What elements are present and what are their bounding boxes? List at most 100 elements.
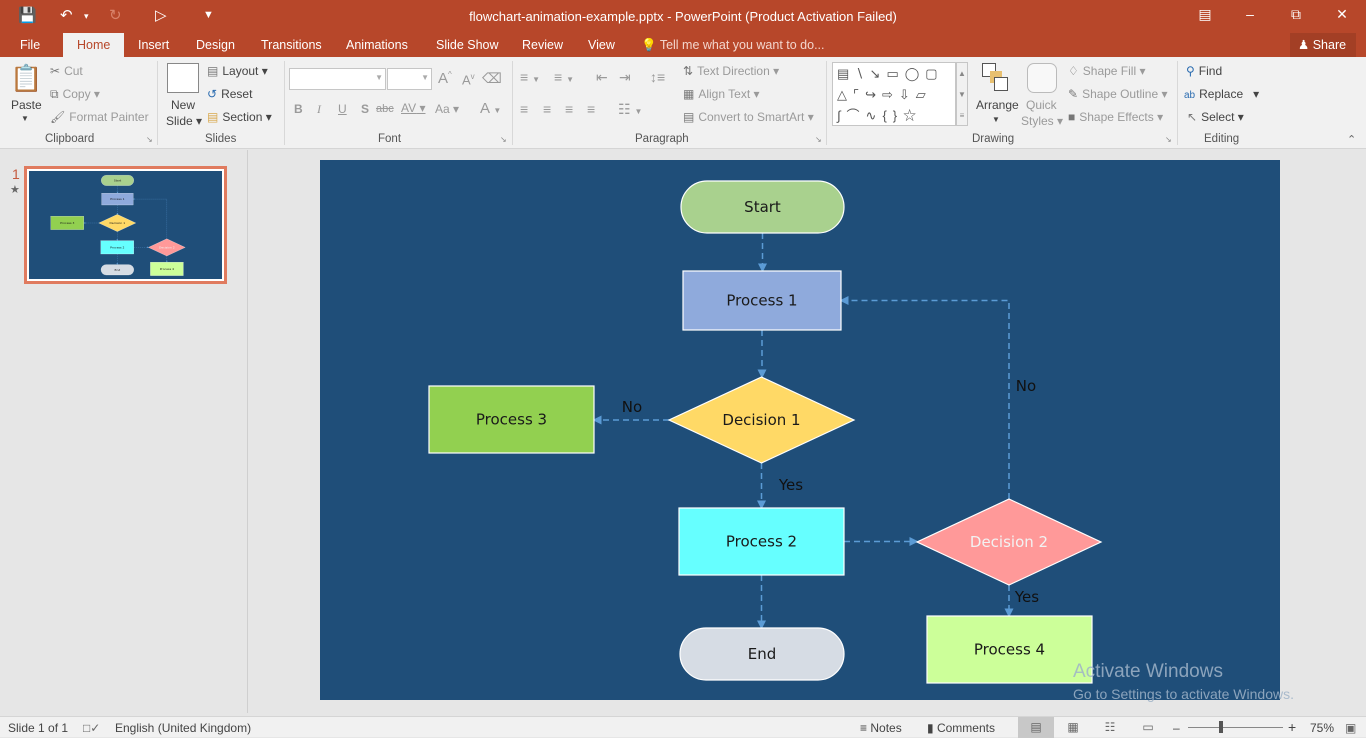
shape-effects-button[interactable]: ■ Shape Effects ▾ — [1068, 110, 1163, 124]
zoom-slider[interactable] — [1188, 727, 1283, 728]
tab-design[interactable]: Design — [192, 33, 239, 57]
editing-group-label: Editing — [1204, 133, 1240, 145]
font-size-combo[interactable]: ▼ — [387, 68, 432, 90]
slide-sorter-button[interactable]: ▦ — [1055, 717, 1091, 738]
minimize-icon[interactable]: – — [1235, 6, 1265, 22]
align-text-button[interactable]: ▦ Align Text ▾ — [683, 87, 760, 101]
paste-icon[interactable]: 📋 — [10, 63, 42, 95]
tab-review[interactable]: Review — [518, 33, 567, 57]
shape-effects-label: Shape Effects — [1079, 110, 1154, 124]
find-button[interactable]: ⚲ Find — [1186, 64, 1222, 78]
text-direction-button[interactable]: ⇅ Text Direction ▾ — [683, 64, 779, 78]
columns-button[interactable]: ☷ ▼ — [618, 101, 642, 118]
flowchart-node-label-p4: Process 4 — [160, 267, 174, 271]
new-slide-icon[interactable] — [167, 63, 199, 93]
comments-button[interactable]: ▮ Comments — [927, 721, 995, 735]
new-slide-label-2: Slide — [166, 114, 193, 128]
notes-button[interactable]: ≡ Notes — [860, 721, 902, 735]
align-center-button[interactable]: ≡ — [543, 101, 551, 117]
collapse-ribbon-icon[interactable]: ⌃ — [1347, 133, 1356, 146]
font-color-button[interactable]: A ▼ — [480, 100, 501, 117]
strikethrough-button[interactable]: abc — [376, 103, 394, 115]
zoom-level[interactable]: 75% — [1310, 721, 1334, 735]
clipboard-launcher-icon[interactable]: ↘ — [146, 135, 153, 144]
zoom-slider-thumb[interactable] — [1219, 721, 1224, 733]
arrange-icon[interactable] — [982, 63, 1008, 93]
tell-me-search[interactable]: 💡 Tell me what you want to do... — [641, 33, 825, 57]
slideshow-view-button[interactable]: ▭ — [1130, 717, 1166, 738]
replace-button[interactable]: ab Replace ▾ — [1184, 87, 1259, 101]
text-shadow-button[interactable]: S — [361, 102, 369, 116]
bold-button[interactable]: B — [294, 102, 303, 116]
paragraph-launcher-icon[interactable]: ↘ — [815, 135, 822, 144]
tab-slide-show[interactable]: Slide Show — [432, 33, 503, 57]
tab-home[interactable]: Home — [63, 33, 125, 57]
shapes-gallery-scroll[interactable]: ▲ ▼ ≡ — [956, 62, 968, 126]
quick-styles-label-1[interactable]: Quick — [1026, 98, 1057, 112]
line-spacing-button[interactable]: ↕≡ — [650, 69, 665, 85]
font-size-dropdown-icon[interactable]: ▼ — [421, 73, 429, 82]
reading-view-button[interactable]: ☷ — [1092, 717, 1128, 738]
shape-fill-button[interactable]: ♢ Shape Fill ▾ — [1068, 64, 1146, 78]
tab-file[interactable]: File — [16, 33, 44, 57]
convert-smartart-button[interactable]: ▤ Convert to SmartArt ▾ — [683, 110, 814, 124]
new-slide-label-1[interactable]: New — [171, 98, 195, 112]
connector-d2-p1 — [839, 296, 1010, 499]
decrease-font-size-button[interactable]: Av — [462, 72, 475, 87]
cut-button[interactable]: ✂ Cut — [50, 64, 83, 78]
shapes-gallery[interactable]: ▤∖↘▭◯▢ △⌜↪⇨⇩▱ ∫⌒∿{}☆ — [832, 62, 956, 126]
layout-button[interactable]: ▤ Layout ▾ — [207, 64, 268, 78]
underline-button[interactable]: U — [338, 102, 347, 116]
tab-view[interactable]: View — [584, 33, 619, 57]
language-indicator[interactable]: English (United Kingdom) — [115, 721, 251, 735]
font-name-dropdown-icon[interactable]: ▼ — [375, 73, 383, 82]
format-painter-button[interactable]: 🖌 Format Painter — [50, 110, 149, 124]
increase-font-size-button[interactable]: A^ — [438, 70, 452, 87]
spell-check-icon[interactable]: □✓ — [83, 721, 100, 735]
cut-label: Cut — [64, 64, 83, 78]
normal-view-button[interactable]: ▤ — [1018, 717, 1054, 738]
quick-styles-button[interactable]: Styles ▾ — [1021, 114, 1063, 128]
zoom-out-button[interactable]: – — [1173, 721, 1180, 735]
close-icon[interactable]: ✕ — [1327, 6, 1357, 23]
copy-button[interactable]: ⧉ Copy ▾ — [50, 87, 100, 102]
zoom-in-button[interactable]: + — [1288, 719, 1296, 735]
reset-button[interactable]: ↺ Reset — [207, 87, 252, 101]
new-slide-button[interactable]: Slide ▾ — [166, 114, 202, 128]
drawing-launcher-icon[interactable]: ↘ — [1165, 135, 1172, 144]
arrange-dropdown-icon[interactable]: ▼ — [992, 115, 1000, 124]
increase-indent-button[interactable]: ⇥ — [619, 69, 631, 86]
quick-styles-icon[interactable] — [1027, 63, 1057, 93]
clear-formatting-icon[interactable]: ⌫ — [482, 70, 502, 87]
italic-button[interactable]: I — [317, 102, 321, 117]
align-left-button[interactable]: ≡ — [520, 101, 528, 117]
select-button[interactable]: ↖ Select ▾ — [1187, 110, 1244, 124]
align-right-button[interactable]: ≡ — [565, 101, 573, 117]
shape-effects-icon: ■ — [1068, 110, 1076, 124]
paste-dropdown-icon[interactable]: ▼ — [21, 114, 29, 123]
tab-animations[interactable]: Animations — [342, 33, 412, 57]
fit-slide-icon[interactable]: ▣ — [1345, 721, 1356, 735]
arrange-button[interactable]: Arrange — [976, 98, 1019, 112]
text-direction-icon: ⇅ — [683, 64, 694, 78]
numbering-button[interactable]: ≡ ▼ — [554, 69, 574, 85]
bullets-button[interactable]: ≡ ▼ — [520, 69, 540, 85]
paste-button[interactable]: Paste — [11, 98, 42, 112]
share-button[interactable]: ♟ Share — [1290, 33, 1357, 57]
slide-thumbnail[interactable]: Start Process 1 Decision 1 Process 3 Process… — [24, 166, 227, 284]
shape-outline-button[interactable]: ✎ Shape Outline ▾ — [1068, 87, 1167, 101]
slide-canvas[interactable]: No Yes Yes No Start Process 1 Decision 1 Proces… — [320, 160, 1280, 700]
ribbon-display-options-icon[interactable]: ▤ — [1190, 6, 1220, 23]
font-launcher-icon[interactable]: ↘ — [500, 135, 507, 144]
tab-transitions[interactable]: Transitions — [257, 33, 326, 57]
decrease-indent-button[interactable]: ⇤ — [596, 69, 608, 86]
change-case-button[interactable]: Aa ▾ — [435, 102, 459, 116]
format-painter-label: Format Painter — [69, 110, 149, 124]
section-button[interactable]: ▤ Section ▾ — [207, 110, 272, 124]
flowchart-node-label-p3: Process 3 — [476, 411, 547, 429]
font-name-combo[interactable]: ▼ — [289, 68, 386, 90]
character-spacing-button[interactable]: AV ▾ — [401, 101, 425, 115]
tab-insert[interactable]: Insert — [134, 33, 173, 57]
restore-icon[interactable]: ⧉ — [1281, 6, 1311, 23]
justify-button[interactable]: ≡ — [587, 101, 595, 117]
